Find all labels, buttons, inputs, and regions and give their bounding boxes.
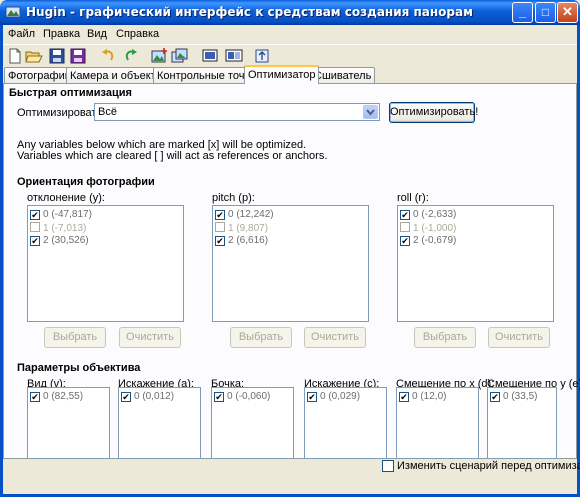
- add-images-icon[interactable]: [150, 47, 168, 65]
- list-item[interactable]: ✔ 2 (30,526): [30, 235, 89, 247]
- menu-file[interactable]: Файл: [8, 28, 35, 40]
- checkbox-checked-icon[interactable]: ✔: [399, 392, 409, 402]
- roll-label: roll (r):: [397, 192, 429, 204]
- roll-select-all-button[interactable]: Выбрать: [414, 327, 476, 348]
- fit-icon[interactable]: [253, 47, 271, 65]
- undo-icon[interactable]: [99, 47, 117, 65]
- tab-stitcher[interactable]: Сшиватель: [310, 67, 376, 84]
- menu-help[interactable]: Справка: [116, 28, 159, 40]
- list-item[interactable]: ✔ 0 (0,029): [307, 391, 360, 403]
- list-item[interactable]: ✔ 0 (-2,633): [400, 209, 456, 221]
- chevron-down-icon[interactable]: [363, 105, 378, 119]
- redo-icon[interactable]: [122, 47, 140, 65]
- tab-images[interactable]: Фотографии: [4, 67, 75, 84]
- pitch-clear-button[interactable]: Очистить: [304, 327, 366, 348]
- list-item[interactable]: 1 (-1,000): [400, 222, 456, 234]
- menu-edit[interactable]: Правка: [43, 28, 80, 40]
- lens-a-list[interactable]: ✔ 0 (0,012): [118, 387, 201, 459]
- maximize-button[interactable]: □: [535, 2, 556, 23]
- lens-b-list[interactable]: ✔ 0 (-0,060): [211, 387, 294, 459]
- roll-clear-button[interactable]: Очистить: [488, 327, 550, 348]
- checkbox-checked-icon[interactable]: ✔: [214, 392, 224, 402]
- lens-e-list[interactable]: ✔ 0 (33,5): [487, 387, 557, 459]
- optimize-button[interactable]: Оптимизировать!: [389, 102, 478, 123]
- lens-d-list[interactable]: ✔ 0 (12,0): [396, 387, 479, 459]
- pitch-label: pitch (p):: [212, 192, 255, 204]
- list-item[interactable]: ✔ 0 (-0,060): [214, 391, 270, 403]
- checkbox-checked-icon[interactable]: ✔: [30, 210, 40, 220]
- menu-view[interactable]: Вид: [87, 28, 107, 40]
- checkbox-checked-icon[interactable]: ✔: [307, 392, 317, 402]
- checkbox-checked-icon[interactable]: ✔: [30, 392, 40, 402]
- lens-params-heading: Параметры объектива: [17, 362, 141, 374]
- info-line-2: Variables which are cleared [ ] will act…: [17, 150, 328, 162]
- yaw-select-all-button[interactable]: Выбрать: [44, 327, 106, 348]
- orientation-heading: Ориентация фотографии: [17, 176, 155, 188]
- checkbox-unchecked-icon[interactable]: [400, 222, 410, 232]
- list-item[interactable]: 1 (9,807): [215, 222, 268, 234]
- yaw-label: отклонение (y):: [27, 192, 105, 204]
- quick-optimize-heading: Быстрая оптимизация: [9, 87, 132, 99]
- checkbox-checked-icon[interactable]: ✔: [30, 236, 40, 246]
- pitch-list[interactable]: ✔ 0 (12,242) 1 (9,807) ✔ 2 (6,616): [212, 205, 369, 322]
- checkbox-checked-icon[interactable]: ✔: [400, 236, 410, 246]
- list-item[interactable]: ✔ 0 (0,012): [121, 391, 174, 403]
- open-icon[interactable]: [25, 47, 43, 65]
- pitch-select-all-button[interactable]: Выбрать: [230, 327, 292, 348]
- tab-optimizer[interactable]: Оптимизатор: [244, 65, 320, 84]
- checkbox-checked-icon[interactable]: ✔: [215, 210, 225, 220]
- list-item[interactable]: ✔ 0 (82,55): [30, 391, 83, 403]
- title-bar[interactable]: Hugin - графический интерфейс к средства…: [0, 0, 580, 25]
- checkbox-unchecked-icon[interactable]: [215, 222, 225, 232]
- list-item[interactable]: ✔ 0 (12,0): [399, 391, 446, 403]
- new-icon[interactable]: [6, 47, 24, 65]
- list-item[interactable]: ✔ 2 (6,616): [215, 235, 268, 247]
- checkbox-checked-icon[interactable]: ✔: [215, 236, 225, 246]
- optimize-label: Оптимизировать: [17, 107, 103, 119]
- add-time-series-icon[interactable]: [171, 47, 189, 65]
- checkbox-checked-icon[interactable]: ✔: [400, 210, 410, 220]
- preview-icon[interactable]: [201, 47, 219, 65]
- yaw-list[interactable]: ✔ 0 (-47,817) 1 (-7,013) ✔ 2 (30,526): [27, 205, 184, 322]
- window-title: Hugin - графический интерфейс к средства…: [26, 5, 473, 19]
- list-item[interactable]: ✔ 0 (33,5): [490, 391, 537, 403]
- list-item[interactable]: ✔ 0 (-47,817): [30, 209, 92, 221]
- optimize-mode-select[interactable]: Всё: [94, 103, 380, 121]
- checkbox-unchecked-icon[interactable]: [30, 222, 40, 232]
- list-item[interactable]: ✔ 2 (-0,679): [400, 235, 456, 247]
- edit-script-label[interactable]: Изменить сценарий перед оптимизацией: [397, 460, 580, 472]
- lens-fov-list[interactable]: ✔ 0 (82,55): [27, 387, 110, 459]
- close-button[interactable]: ✕: [557, 2, 578, 23]
- checkbox-checked-icon[interactable]: ✔: [121, 392, 131, 402]
- list-item[interactable]: 1 (-7,013): [30, 222, 86, 234]
- save-as-icon[interactable]: [69, 47, 87, 65]
- checkbox-checked-icon[interactable]: ✔: [490, 392, 500, 402]
- lens-c-list[interactable]: ✔ 0 (0,029): [304, 387, 387, 459]
- roll-list[interactable]: ✔ 0 (-2,633) 1 (-1,000) ✔ 2 (-0,679): [397, 205, 554, 322]
- hugin-app-icon: [5, 6, 21, 18]
- gl-preview-icon[interactable]: [225, 47, 243, 65]
- tab-strip: Фотографии Камера и объектив Контрольные…: [3, 65, 577, 84]
- menu-bar: Файл Правка Вид Справка: [0, 25, 580, 45]
- list-item[interactable]: ✔ 0 (12,242): [215, 209, 274, 221]
- yaw-clear-button[interactable]: Очистить: [119, 327, 181, 348]
- optimize-mode-value: Всё: [98, 106, 117, 118]
- toolbar: [3, 44, 577, 66]
- edit-script-checkbox[interactable]: [382, 460, 394, 472]
- save-icon[interactable]: [48, 47, 66, 65]
- minimize-button[interactable]: _: [512, 2, 533, 23]
